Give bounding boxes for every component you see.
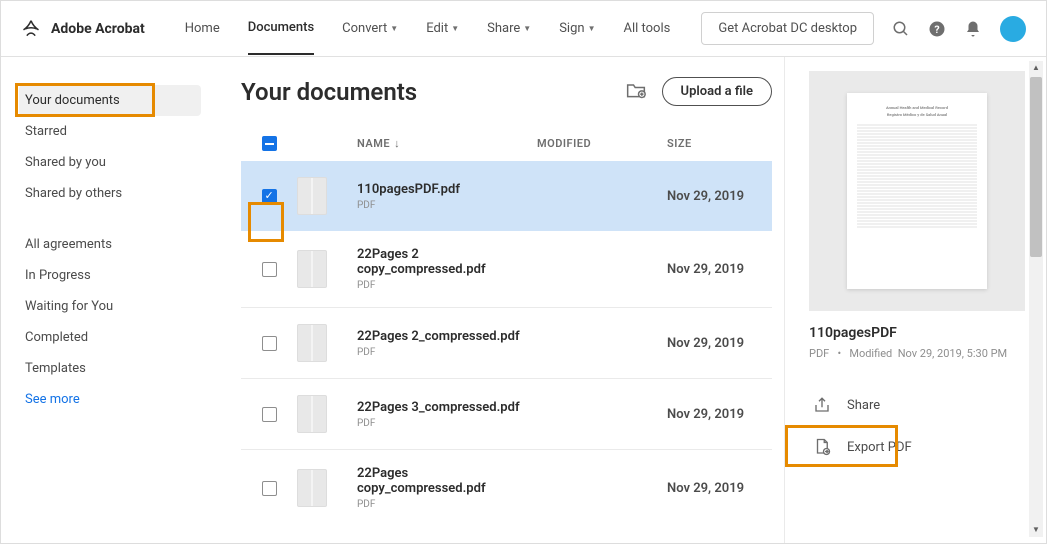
- sidebar: Your documents Starred Shared by you Sha…: [1, 57, 201, 543]
- file-thumbnail-icon: [297, 395, 327, 433]
- file-thumbnail-icon: [297, 469, 327, 507]
- sidebar-item-templates[interactable]: Templates: [19, 353, 201, 384]
- app-name: Adobe Acrobat: [51, 21, 145, 37]
- chevron-down-icon: ▼: [390, 24, 398, 33]
- file-date: Nov 29, 2019: [667, 407, 767, 422]
- file-thumbnail-icon: [297, 324, 327, 362]
- row-checkbox[interactable]: [262, 336, 277, 351]
- share-label: Share: [847, 398, 880, 413]
- sidebar-item-completed[interactable]: Completed: [19, 322, 201, 353]
- sidebar-item-in-progress[interactable]: In Progress: [19, 260, 201, 291]
- scroll-up-icon[interactable]: ▲: [1029, 61, 1043, 75]
- sidebar-item-shared-by-others[interactable]: Shared by others: [19, 178, 201, 209]
- sidebar-item-agreements[interactable]: All agreements: [19, 229, 201, 260]
- header-right: Get Acrobat DC desktop ?: [701, 12, 1026, 45]
- detail-meta: PDF • Modified Nov 29, 2019, 5:30 PM: [809, 347, 1028, 360]
- nav-documents[interactable]: Documents: [248, 2, 314, 55]
- row-checkbox[interactable]: [262, 481, 277, 496]
- nav-home[interactable]: Home: [185, 3, 220, 54]
- export-pdf-action[interactable]: Export PDF: [809, 426, 1028, 468]
- row-checkbox[interactable]: [262, 189, 277, 204]
- search-icon[interactable]: [892, 20, 910, 38]
- sort-arrow-icon: ↓: [394, 137, 400, 150]
- acrobat-icon: [21, 19, 41, 39]
- file-type: PDF: [357, 280, 537, 291]
- main-nav: Home Documents Convert▼ Edit▼ Share▼ Sig…: [185, 2, 671, 55]
- table-row[interactable]: 22Pages 2 copy_compressed.pdf PDF Nov 29,…: [241, 231, 772, 308]
- detail-file-name: 110pagesPDF: [809, 325, 1028, 341]
- table-header: NAME↓ MODIFIED SIZE: [241, 126, 772, 161]
- svg-text:?: ?: [934, 22, 939, 35]
- file-thumbnail-icon: [297, 177, 327, 215]
- sidebar-item-waiting[interactable]: Waiting for You: [19, 291, 201, 322]
- table-row[interactable]: 22Pages 2_compressed.pdf PDF Nov 29, 2019: [241, 308, 772, 379]
- sidebar-item-starred[interactable]: Starred: [19, 116, 201, 147]
- nav-edit[interactable]: Edit▼: [426, 3, 459, 54]
- row-checkbox[interactable]: [262, 407, 277, 422]
- sidebar-item-shared-by-you[interactable]: Shared by you: [19, 147, 201, 178]
- column-modified[interactable]: MODIFIED: [537, 137, 667, 150]
- get-desktop-button[interactable]: Get Acrobat DC desktop: [701, 12, 874, 45]
- file-date: Nov 29, 2019: [667, 262, 767, 277]
- nav-convert[interactable]: Convert▼: [342, 3, 398, 54]
- main-layout: Your documents Starred Shared by you Sha…: [1, 57, 1046, 543]
- file-type: PDF: [357, 200, 460, 211]
- share-icon: [813, 396, 831, 414]
- nav-sign[interactable]: Sign▼: [559, 3, 595, 54]
- export-label: Export PDF: [847, 440, 912, 455]
- avatar[interactable]: [1000, 16, 1026, 42]
- page-title: Your documents: [241, 78, 610, 106]
- chevron-down-icon: ▼: [451, 24, 459, 33]
- app-header: Adobe Acrobat Home Documents Convert▼ Ed…: [1, 1, 1046, 57]
- file-name: 22Pages 2_compressed.pdf: [357, 329, 520, 344]
- scrollbar-thumb[interactable]: [1030, 77, 1042, 257]
- scroll-down-icon[interactable]: ▼: [1029, 523, 1043, 537]
- file-name: 110pagesPDF.pdf: [357, 182, 460, 197]
- help-icon[interactable]: ?: [928, 20, 946, 38]
- file-type: PDF: [357, 347, 520, 358]
- file-date: Nov 29, 2019: [667, 336, 767, 351]
- file-thumbnail-icon: [297, 250, 327, 288]
- file-name: 22Pages copy_compressed.pdf: [357, 466, 537, 496]
- file-name: 22Pages 2 copy_compressed.pdf: [357, 247, 537, 277]
- notifications-icon[interactable]: [964, 20, 982, 38]
- share-action[interactable]: Share: [809, 384, 1028, 426]
- content-area: Your documents Upload a file NAME↓ MODIF…: [201, 57, 784, 543]
- nav-share[interactable]: Share▼: [487, 3, 531, 54]
- file-type: PDF: [357, 499, 537, 510]
- document-preview[interactable]: Annual Health and Medical Record Registr…: [809, 71, 1025, 311]
- column-size[interactable]: SIZE: [667, 137, 767, 150]
- export-pdf-icon: [813, 438, 831, 456]
- new-folder-icon[interactable]: [626, 81, 646, 103]
- chevron-down-icon: ▼: [588, 24, 596, 33]
- file-date: Nov 29, 2019: [667, 481, 767, 496]
- row-checkbox[interactable]: [262, 262, 277, 277]
- sidebar-see-more[interactable]: See more: [19, 384, 201, 415]
- sidebar-item-your-documents[interactable]: Your documents: [19, 85, 201, 116]
- app-logo[interactable]: Adobe Acrobat: [21, 19, 145, 39]
- nav-alltools[interactable]: All tools: [623, 3, 670, 54]
- upload-button[interactable]: Upload a file: [662, 77, 772, 106]
- column-name[interactable]: NAME↓: [357, 137, 537, 150]
- file-date: Nov 29, 2019: [667, 189, 767, 204]
- content-header: Your documents Upload a file: [241, 77, 772, 106]
- select-all-checkbox[interactable]: [241, 136, 297, 151]
- scrollbar[interactable]: ▲ ▼: [1029, 61, 1043, 537]
- table-row[interactable]: 22Pages copy_compressed.pdf PDF Nov 29, 2…: [241, 450, 772, 526]
- details-panel: Annual Health and Medical Record Registr…: [784, 57, 1046, 543]
- file-name: 22Pages 3_compressed.pdf: [357, 400, 520, 415]
- preview-page: Annual Health and Medical Record Registr…: [847, 93, 987, 289]
- chevron-down-icon: ▼: [523, 24, 531, 33]
- table-row[interactable]: 22Pages 3_compressed.pdf PDF Nov 29, 2019: [241, 379, 772, 450]
- file-type: PDF: [357, 418, 520, 429]
- table-row[interactable]: 110pagesPDF.pdf PDF Nov 29, 2019: [241, 161, 772, 231]
